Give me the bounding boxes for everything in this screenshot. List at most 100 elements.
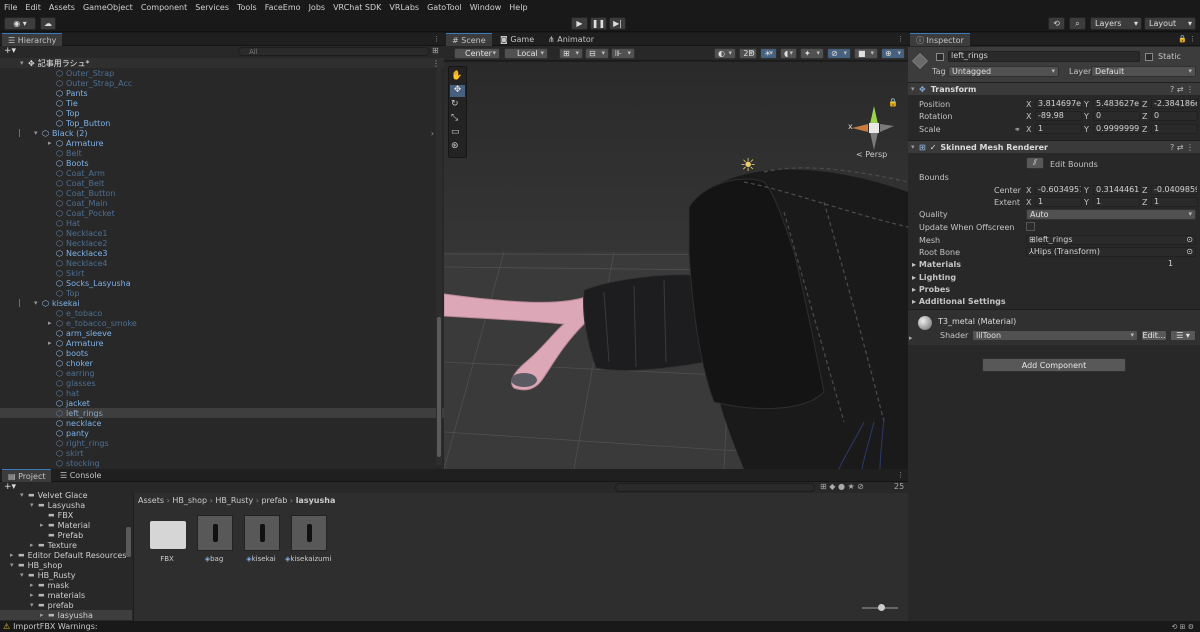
hierarchy-row[interactable]: ⬡ Boots — [0, 158, 444, 168]
smr-menu-icon[interactable]: ? ⇄ ⋮ — [1170, 143, 1194, 152]
asset-item[interactable]: ◈bag — [191, 515, 237, 570]
hierarchy-row[interactable]: ⬡ Hat — [0, 218, 444, 228]
scene-menu-icon[interactable]: ⋮ — [897, 35, 904, 43]
project-tree-item[interactable]: ▬ Prefab — [0, 530, 132, 540]
link-scale-icon[interactable]: ⚭ — [1014, 125, 1021, 134]
filter-icon[interactable]: ⊞ — [432, 46, 439, 55]
transform-tool-icon[interactable]: ⊛ — [451, 141, 464, 153]
hierarchy-scrollbar[interactable] — [436, 67, 442, 465]
probes-foldout[interactable]: ▸ Probes — [912, 285, 950, 294]
step-button[interactable]: ▶| — [609, 17, 626, 30]
prefab-open-icon[interactable]: › — [431, 129, 434, 138]
panel-menu-icon[interactable]: ⋮ — [433, 35, 440, 43]
menu-item[interactable]: Edit — [25, 3, 41, 12]
breadcrumb-item[interactable]: HB_Rusty — [215, 496, 253, 505]
hierarchy-row[interactable]: ⬡ left_rings — [0, 408, 444, 418]
project-tree-item[interactable]: ▾ ▬ HB_shop — [0, 560, 132, 570]
hierarchy-row[interactable]: ⬡ Necklace1 — [0, 228, 444, 238]
hierarchy-row[interactable]: ⬡ necklace — [0, 418, 444, 428]
smr-enabled-check[interactable]: ✓ — [930, 143, 937, 152]
shader-edit-button[interactable]: Edit... — [1141, 330, 1167, 341]
light-gizmo-icon[interactable]: ☀ — [740, 155, 756, 176]
asset-item[interactable]: ◈kisekaizumi — [285, 515, 331, 570]
rotation-field[interactable]: 0 — [1093, 111, 1140, 121]
foldout-arrow-icon[interactable]: ▾ — [30, 601, 38, 609]
status-message[interactable]: ImportFBX Warnings: — [13, 622, 97, 631]
hierarchy-row[interactable]: ⬡ Outer_Strap_Acc — [0, 78, 444, 88]
object-picker-icon[interactable]: ⊙ — [1186, 236, 1193, 244]
hierarchy-row[interactable]: ⬡ boots — [0, 348, 444, 358]
hierarchy-row[interactable]: ▸ ⬡ Armature — [0, 338, 444, 348]
foldout-arrow-icon[interactable]: ▾ — [10, 561, 18, 569]
hierarchy-row[interactable]: ⬡ skirt — [0, 448, 444, 458]
shader-menu-icon[interactable]: ☰ ▾ — [1170, 330, 1196, 341]
hierarchy-row[interactable]: ⬡ earring — [0, 368, 444, 378]
scale-field[interactable]: 0.9999999 — [1093, 124, 1140, 134]
hand-tool-icon[interactable]: ✋ — [451, 71, 464, 83]
foldout-arrow-icon[interactable]: ▸ — [30, 591, 38, 599]
menu-item[interactable]: Tools — [237, 3, 257, 12]
hierarchy-row[interactable]: ⬡ Top_Button — [0, 118, 444, 128]
hierarchy-row[interactable]: ⬡ Coat_Button — [0, 188, 444, 198]
effects-icon[interactable]: ✦ — [800, 48, 824, 59]
hierarchy-row[interactable]: ⬡ Top — [0, 288, 444, 298]
menu-item[interactable]: Help — [509, 3, 527, 12]
layout-dropdown[interactable]: Layout ▾ — [1144, 17, 1196, 30]
hierarchy-row[interactable]: ⬡ choker — [0, 358, 444, 368]
project-tree-item[interactable]: ▸ ▬ Material — [0, 520, 132, 530]
layers-dropdown[interactable]: Layers ▾ — [1090, 17, 1142, 30]
hierarchy-row[interactable]: ⬡ right_rings — [0, 438, 444, 448]
tab-hierarchy[interactable]: ☰ Hierarchy — [2, 33, 63, 46]
hierarchy-row[interactable]: ⬡ Belt — [0, 148, 444, 158]
menu-item[interactable]: Window — [470, 3, 502, 12]
active-checkbox[interactable] — [936, 53, 944, 61]
bounds-center-field[interactable]: 0.3144461 — [1093, 185, 1140, 195]
menu-item[interactable]: GameObject — [83, 3, 133, 12]
draw-mode-icon[interactable]: ◐ — [714, 48, 736, 59]
scale-field[interactable]: 1 — [1035, 124, 1082, 134]
rect-tool-icon[interactable]: ▭ — [451, 127, 464, 139]
breadcrumb-item[interactable]: HB_shop — [172, 496, 207, 505]
project-tree-item[interactable]: ▾ ▬ HB_Rusty — [0, 570, 132, 580]
play-button[interactable]: ▶ — [571, 17, 588, 30]
align-icon[interactable]: ⊪ — [611, 48, 635, 59]
hierarchy-row[interactable]: ⬡ Outer_Strap — [0, 68, 444, 78]
foldout-arrow-icon[interactable]: ▾ — [34, 129, 42, 137]
move-tool-icon[interactable]: ✥ — [450, 85, 465, 97]
hierarchy-row[interactable]: ⬡ Top — [0, 108, 444, 118]
transform-header[interactable]: ▾ ✥ Transform ? ⇄ ⋮ — [908, 82, 1200, 95]
material-foldout-icon[interactable]: ▸ — [909, 334, 913, 342]
inspector-menu-icon[interactable]: 🔒 ⋮ — [1178, 35, 1196, 43]
hierarchy-row[interactable]: ⬡ arm_sleeve — [0, 328, 444, 338]
lighting-toggle-icon[interactable]: ☀ — [760, 48, 777, 59]
project-tree-item[interactable]: ▸ ▬ Editor Default Resources — [0, 550, 132, 560]
rotate-tool-icon[interactable]: ↻ — [451, 99, 464, 111]
hierarchy-row[interactable]: ⬡ Skirt — [0, 268, 444, 278]
menu-item[interactable]: Services — [195, 3, 229, 12]
asset-item[interactable]: ◈kisekai — [238, 515, 284, 570]
quality-dropdown[interactable]: Auto — [1026, 209, 1196, 220]
foldout-arrow-icon[interactable]: ▾ — [20, 491, 28, 499]
additional-foldout[interactable]: ▸ Additional Settings — [912, 297, 1006, 306]
project-tree-item[interactable]: ▾ ▬ Lasyusha — [0, 500, 132, 510]
hierarchy-row[interactable]: ⬡ glasses — [0, 378, 444, 388]
project-tree-item[interactable]: ▾ ▬ Velvet Glace — [0, 490, 132, 500]
tab-game[interactable]: ◙ Game — [494, 33, 540, 46]
hierarchy-row[interactable]: ⬡ Socks_Lasyusha — [0, 278, 444, 288]
grid-snap-icon[interactable]: ⊞ — [559, 48, 583, 59]
menu-item[interactable]: Jobs — [309, 3, 326, 12]
project-tree-scrollbar[interactable] — [126, 527, 131, 557]
tag-dropdown[interactable]: Untagged — [948, 66, 1059, 77]
status-icons[interactable]: ⟲ ⊞ ⚙ — [1172, 623, 1194, 631]
project-tree-item[interactable]: ▸ ▬ Texture — [0, 540, 132, 550]
foldout-arrow-icon[interactable]: ▾ — [30, 501, 38, 509]
foldout-arrow-icon[interactable]: ▸ — [40, 521, 48, 529]
menu-item[interactable]: FaceEmo — [265, 3, 301, 12]
scale-field[interactable]: 1 — [1151, 124, 1198, 134]
foldout-arrow-icon[interactable]: ▾ — [34, 299, 42, 307]
position-field[interactable]: -2.384186e — [1151, 99, 1198, 109]
hierarchy-row[interactable]: ⬡ e_tobaco — [0, 308, 444, 318]
project-tree-item[interactable]: ▸ ▬ mask — [0, 580, 132, 590]
foldout-arrow-icon[interactable]: ▸ — [48, 339, 56, 347]
menu-item[interactable]: Assets — [49, 3, 75, 12]
